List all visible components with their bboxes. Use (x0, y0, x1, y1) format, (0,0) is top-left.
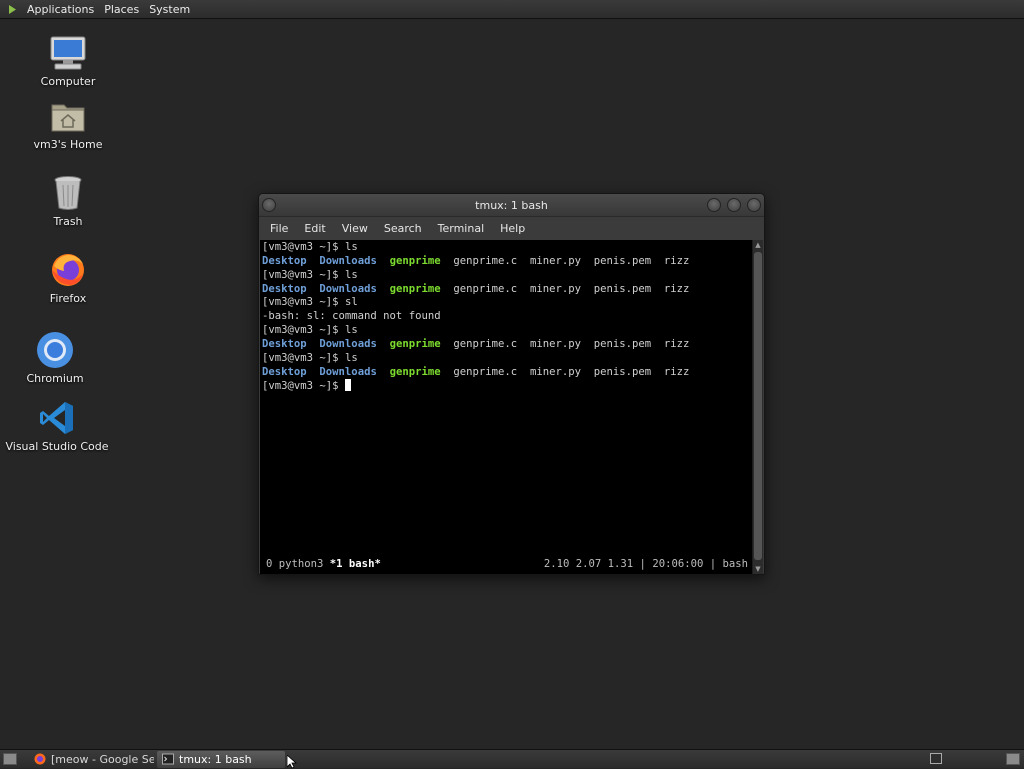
menu-terminal[interactable]: Terminal (430, 222, 493, 235)
menu-file[interactable]: File (262, 222, 296, 235)
error-line: -bash: sl: command not found (262, 310, 754, 324)
terminal-icon (162, 753, 174, 765)
scroll-down-icon[interactable]: ▼ (753, 564, 763, 574)
window-menu-button[interactable] (262, 198, 276, 212)
tmux-status-bar: 0 python3 *1 bash* 2.10 2.07 1.31 | 20:0… (260, 558, 754, 572)
vscode-icon (37, 398, 77, 438)
desktop-icon-home[interactable]: vm3's Home (13, 96, 123, 151)
terminal-scrollbar[interactable]: ▲ ▼ (752, 240, 763, 574)
mouse-pointer-icon (287, 755, 297, 769)
places-menu[interactable]: Places (100, 3, 145, 16)
desktop-icon-label: vm3's Home (34, 138, 103, 151)
firefox-icon (34, 753, 46, 765)
desktop-icon-label: Computer (41, 75, 96, 88)
chromium-icon (35, 330, 75, 370)
command-line: [vm3@vm3 ~]$ ls (262, 352, 754, 366)
title-bar[interactable]: tmux: 1 bash (259, 194, 764, 217)
tmux-status-right: 2.10 2.07 1.31 | 20:06:00 | bash (544, 558, 748, 572)
maximize-button[interactable] (727, 198, 741, 212)
menu-help[interactable]: Help (492, 222, 533, 235)
applications-menu[interactable]: Applications (23, 3, 100, 16)
workspace-switcher-icon[interactable] (1006, 753, 1020, 765)
system-menu[interactable]: System (145, 3, 196, 16)
desktop-icon-label: Visual Studio Code (5, 440, 108, 453)
taskbar-item-browser[interactable]: [meow - Google Se... (29, 751, 154, 768)
firefox-icon (48, 250, 88, 290)
desktop-icon-label: Firefox (50, 292, 86, 305)
desktop-icon-trash[interactable]: Trash (13, 173, 123, 228)
trash-icon (48, 173, 88, 213)
ls-output-line: Desktop Downloads genprime genprime.c mi… (262, 366, 754, 380)
ls-output-line: Desktop Downloads genprime genprime.c mi… (262, 338, 754, 352)
scrollbar-thumb[interactable] (754, 252, 762, 560)
command-line: [vm3@vm3 ~]$ sl (262, 296, 754, 310)
menu-view[interactable]: View (334, 222, 376, 235)
terminal-menu-bar: File Edit View Search Terminal Help (259, 217, 764, 239)
taskbar-item-label: tmux: 1 bash (179, 753, 252, 766)
computer-icon (48, 33, 88, 73)
menu-edit[interactable]: Edit (296, 222, 333, 235)
desktop-icon-vscode[interactable]: Visual Studio Code (2, 398, 112, 453)
terminal-output[interactable]: [vm3@vm3 ~]$ ls Desktop Downloads genpri… (260, 240, 754, 574)
applications-menu-icon[interactable] (5, 2, 19, 16)
command-line: [vm3@vm3 ~]$ ls (262, 324, 754, 338)
desktop-icon-firefox[interactable]: Firefox (13, 250, 123, 305)
desktop-icon-label: Chromium (26, 372, 83, 385)
command-line: [vm3@vm3 ~]$ ls (262, 241, 754, 255)
menu-search[interactable]: Search (376, 222, 430, 235)
taskbar-item-terminal[interactable]: tmux: 1 bash (157, 751, 285, 768)
ls-output-line: Desktop Downloads genprime genprime.c mi… (262, 255, 754, 269)
home-folder-icon (48, 96, 88, 136)
terminal-window[interactable]: tmux: 1 bash File Edit View Search Termi… (258, 193, 765, 575)
command-line: [vm3@vm3 ~]$ ls (262, 269, 754, 283)
taskbar-item-label: [meow - Google Se... (51, 753, 154, 766)
tmux-window-1-active[interactable]: *1 bash* (330, 558, 381, 570)
minimize-button[interactable] (707, 198, 721, 212)
close-button[interactable] (747, 198, 761, 212)
top-panel: Applications Places System (0, 0, 1024, 19)
ls-output-line: Desktop Downloads genprime genprime.c mi… (262, 283, 754, 297)
keyboard-indicator-icon[interactable] (930, 753, 942, 764)
desktop-icon-chromium[interactable]: Chromium (0, 330, 110, 385)
current-prompt[interactable]: [vm3@vm3 ~]$ (262, 379, 754, 393)
scroll-up-icon[interactable]: ▲ (753, 240, 763, 250)
desktop-icon-label: Trash (53, 215, 82, 228)
text-cursor (345, 379, 351, 391)
bottom-taskbar: [meow - Google Se... tmux: 1 bash (0, 749, 1024, 768)
show-desktop-icon[interactable] (3, 753, 17, 765)
window-title: tmux: 1 bash (475, 199, 548, 212)
desktop-icon-computer[interactable]: Computer (13, 33, 123, 88)
tmux-window-0[interactable]: 0 python3 (266, 558, 323, 570)
